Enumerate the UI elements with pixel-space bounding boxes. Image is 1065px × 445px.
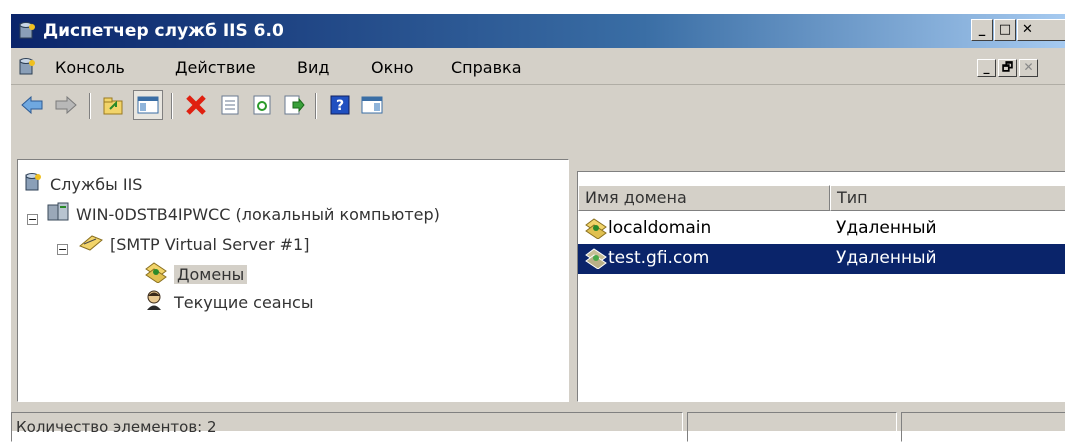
mdi-minimize-button[interactable]: _	[977, 59, 996, 77]
console-menu-icon[interactable]	[17, 57, 37, 81]
tree-label: WIN-0DSTB4IPWCC (локальный компьютер)	[76, 204, 440, 224]
status-bar: Количество элементов: 2	[11, 409, 1065, 445]
tree-item-current-sessions[interactable]: Текущие сеансы	[144, 288, 313, 316]
mdi-close-button[interactable]: ✕	[1019, 59, 1038, 77]
status-panel-2	[687, 412, 897, 442]
status-panel-3	[901, 412, 1065, 442]
properties-icon[interactable]	[215, 90, 245, 120]
smtp-server-icon	[78, 232, 104, 256]
tree-label: [SMTP Virtual Server #1]	[110, 234, 310, 254]
title-bar[interactable]: Диспетчер служб IIS 6.0 _ □ ✕	[11, 14, 1065, 48]
maximize-button[interactable]: □	[994, 19, 1016, 41]
list-pane[interactable]: Имя домена Тип localdomain Удаленный tes…	[577, 171, 1065, 402]
domain-type-cell: Удаленный	[836, 218, 937, 238]
svg-text:?: ?	[336, 98, 344, 114]
column-header-domain-name[interactable]: Имя домена	[578, 185, 830, 211]
list-row[interactable]: test.gfi.com Удаленный	[578, 244, 1065, 274]
tree-item-smtp-server[interactable]: [SMTP Virtual Server #1]	[78, 230, 309, 258]
close-button[interactable]: ✕	[1017, 19, 1065, 41]
server-computer-icon	[46, 201, 70, 227]
tree-item-domains[interactable]: Домены	[144, 260, 248, 288]
expand-toggle[interactable]: −	[57, 244, 68, 255]
menu-console[interactable]: Консоль	[55, 58, 125, 77]
tree-label: Службы IIS	[50, 174, 143, 194]
action-pane-icon[interactable]	[357, 90, 387, 120]
tree-label: Текущие сеансы	[174, 292, 314, 312]
delete-icon[interactable]	[181, 90, 211, 120]
toolbar-separator	[315, 93, 317, 119]
back-icon[interactable]	[17, 90, 47, 120]
toolbar: ?	[11, 84, 1065, 127]
menu-action[interactable]: Действие	[175, 58, 256, 77]
export-list-icon[interactable]	[279, 90, 309, 120]
toolbar-separator	[89, 93, 91, 119]
tree-label: Домены	[174, 264, 248, 284]
sessions-icon	[144, 289, 164, 315]
menu-window[interactable]: Окно	[371, 58, 414, 77]
forward-icon[interactable]	[51, 90, 81, 120]
iis-app-icon	[17, 21, 37, 46]
domain-name-cell: test.gfi.com	[608, 248, 710, 268]
domain-type-cell: Удаленный	[836, 248, 937, 268]
iis-services-icon	[22, 171, 44, 197]
domain-row-icon	[584, 217, 608, 244]
refresh-icon[interactable]	[247, 90, 277, 120]
list-row[interactable]: localdomain Удаленный	[578, 214, 1065, 244]
column-header-type[interactable]: Тип	[830, 185, 1065, 211]
minimize-button[interactable]: _	[971, 19, 993, 41]
menu-view[interactable]: Вид	[297, 58, 329, 77]
domain-row-icon	[584, 247, 608, 274]
domain-name-cell: localdomain	[608, 218, 712, 238]
menu-bar: Консоль Действие Вид Окно Справка _ 🗗 ✕	[11, 49, 1065, 83]
mdi-restore-button[interactable]: 🗗	[998, 59, 1017, 77]
tree-item-iis-services[interactable]: Службы IIS	[22, 170, 142, 198]
status-item-count: Количество элементов: 2	[11, 412, 683, 442]
show-hide-tree-icon[interactable]	[133, 90, 163, 120]
domains-icon	[144, 261, 168, 287]
up-folder-icon[interactable]	[99, 90, 129, 120]
window-title: Диспетчер служб IIS 6.0	[43, 21, 284, 41]
toolbar-separator	[171, 93, 173, 119]
tree-pane[interactable]: Службы IIS − WIN-0DSTB4IPWCC (локальный …	[17, 159, 569, 402]
mmc-window: Диспетчер служб IIS 6.0 _ □ ✕ Консоль Де…	[10, 13, 1065, 442]
help-icon[interactable]: ?	[325, 90, 355, 120]
tree-item-computer[interactable]: WIN-0DSTB4IPWCC (локальный компьютер)	[46, 200, 440, 228]
menu-help[interactable]: Справка	[451, 58, 522, 77]
expand-toggle[interactable]: −	[27, 214, 38, 225]
